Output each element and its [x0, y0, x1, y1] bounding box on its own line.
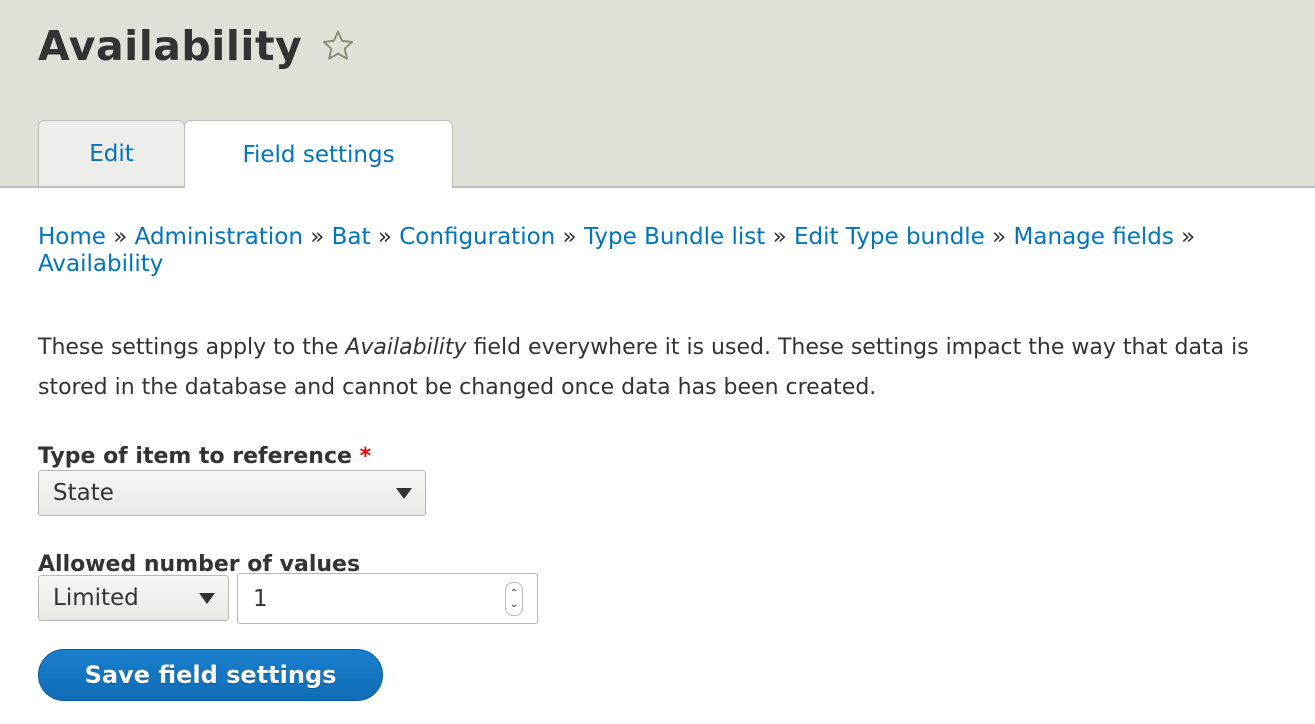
breadcrumb-bat[interactable]: Bat — [332, 224, 371, 250]
type-select[interactable]: State — [38, 470, 426, 516]
breadcrumb-separator: » — [113, 224, 128, 250]
breadcrumb-type-bundle-list[interactable]: Type Bundle list — [584, 224, 765, 250]
breadcrumb-separator: » — [772, 224, 787, 250]
type-label-text: Type of item to reference — [38, 444, 352, 469]
tab-field-settings-label: Field settings — [242, 141, 395, 168]
breadcrumb-configuration[interactable]: Configuration — [399, 224, 555, 250]
main-content: Home » Administration » Bat » Configurat… — [38, 224, 1288, 701]
save-field-settings-button[interactable]: Save field settings — [38, 649, 383, 701]
cardinality-number-input[interactable]: 1 ⌃ ⌄ — [237, 573, 538, 624]
breadcrumb-separator: » — [377, 224, 392, 250]
breadcrumb-edit-type-bundle[interactable]: Edit Type bundle — [794, 224, 985, 250]
page-title-text: Availability — [38, 22, 303, 70]
breadcrumb-availability[interactable]: Availability — [38, 251, 163, 277]
breadcrumb: Home » Administration » Bat » Configurat… — [38, 224, 1283, 278]
tab-edit-label: Edit — [89, 140, 134, 167]
chevron-down-icon — [199, 592, 215, 604]
number-spinner-icon[interactable]: ⌃ ⌄ — [505, 581, 523, 616]
breadcrumb-separator: » — [992, 224, 1007, 250]
breadcrumb-administration[interactable]: Administration — [135, 224, 303, 250]
breadcrumb-home[interactable]: Home — [38, 224, 106, 250]
cardinality-number-value: 1 — [253, 585, 268, 612]
cardinality-select[interactable]: Limited — [38, 575, 229, 621]
breadcrumb-separator: » — [1181, 224, 1196, 250]
star-outline-icon[interactable] — [320, 28, 356, 64]
page-header: Availability Edit Field settings — [0, 0, 1315, 188]
type-select-value: State — [53, 480, 114, 506]
type-label: Type of item to reference * — [38, 444, 371, 469]
description-text: These settings apply to the — [38, 335, 346, 360]
breadcrumb-separator: » — [310, 224, 325, 250]
tab-edit[interactable]: Edit — [38, 120, 185, 186]
breadcrumb-manage-fields[interactable]: Manage fields — [1014, 224, 1174, 250]
description-field-name: Availability — [345, 335, 467, 360]
chevron-down-icon — [396, 487, 412, 499]
required-marker: * — [359, 444, 372, 469]
page-title: Availability — [38, 22, 356, 70]
cardinality-select-value: Limited — [53, 585, 139, 611]
breadcrumb-separator: » — [562, 224, 577, 250]
field-description: These settings apply to the Availability… — [38, 328, 1303, 408]
tab-field-settings[interactable]: Field settings — [184, 120, 453, 188]
